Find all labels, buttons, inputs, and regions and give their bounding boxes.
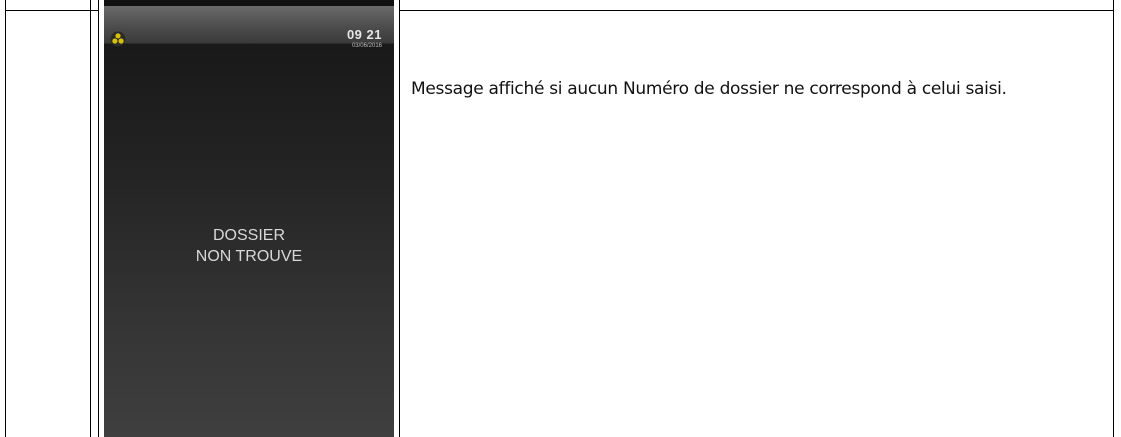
device-screen: 09 21 03/06/2016 DOSSIER NON TROUVE [104,0,394,437]
clock: 09 21 03/06/2016 [347,28,382,49]
clock-time: 09 21 [346,27,382,42]
message-line-1: DOSSIER [212,227,285,244]
table-row-top-border-right [399,10,1114,11]
table-border-col1-right [90,0,91,437]
not-found-message: DOSSIER NON TROUVE [104,225,394,267]
clock-date: 03/06/2016 [351,43,382,49]
table-border-left-outer [5,0,6,437]
description-text: Message affiché si aucun Numéro de dossi… [411,79,1007,99]
tri-circle-warning-icon [110,31,126,47]
table-border-col2-right [399,0,400,437]
status-bar: 09 21 03/06/2016 [104,6,394,49]
table-row-top-border [5,10,99,11]
message-line-2: NON TROUVE [195,248,303,265]
table-border-right-outer [1113,0,1114,437]
table-border-col2-left [98,0,99,437]
